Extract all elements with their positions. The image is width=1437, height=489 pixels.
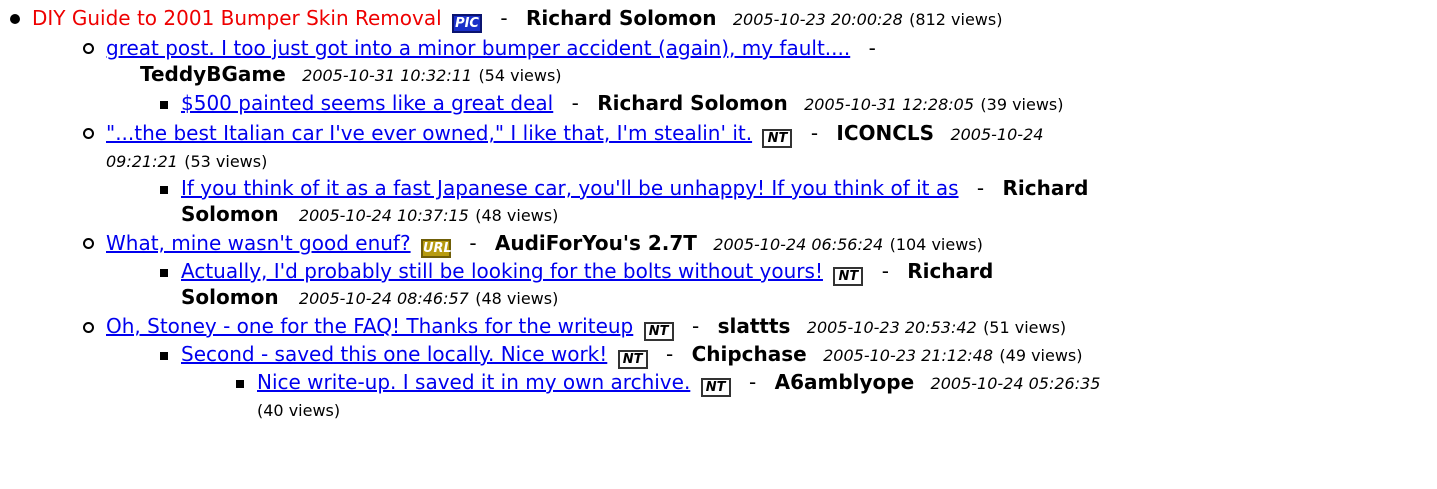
post-views: (48 views)	[475, 206, 559, 225]
nt-icon: NT	[762, 129, 793, 148]
reply-meta: Solomon 2005-10-24 10:37:15 (48 views)	[181, 202, 558, 228]
post-views: (49 views)	[999, 346, 1083, 365]
post-timestamp: 2005-10-23 20:53:42	[806, 318, 977, 337]
post-author-last: Solomon	[181, 285, 279, 309]
bullet-square-icon	[160, 186, 168, 194]
post-link[interactable]: If you think of it as a fast Japanese ca…	[181, 176, 959, 200]
reply-item: great post. I too just got into a minor …	[106, 36, 888, 60]
post-timestamp-time: 09:21:21	[106, 152, 178, 171]
nt-icon: NT	[700, 378, 731, 397]
post-author: Chipchase	[691, 342, 807, 366]
separator: -	[881, 259, 889, 283]
post-link[interactable]: $500 painted seems like a great deal	[181, 91, 553, 115]
post-link[interactable]: Second - saved this one locally. Nice wo…	[181, 342, 607, 366]
post-timestamp: 2005-10-24 08:46:57	[298, 289, 469, 308]
nt-icon: NT	[617, 350, 648, 369]
reply-item: Nice write-up. I saved it in my own arch…	[257, 370, 1100, 397]
post-timestamp: 2005-10-24 05:26:35	[930, 374, 1101, 393]
reply-meta: Solomon 2005-10-24 08:46:57 (48 views)	[181, 285, 558, 311]
bullet-square-icon	[160, 352, 168, 360]
post-title: DIY Guide to 2001 Bumper Skin Removal	[32, 6, 442, 30]
separator: -	[666, 342, 674, 366]
post-timestamp: 2005-10-24 10:37:15	[298, 206, 469, 225]
reply-meta: 09:21:21 (53 views)	[106, 148, 267, 174]
post-link[interactable]: "...the best Italian car I've ever owned…	[106, 121, 752, 145]
bullet-circle-icon	[83, 43, 94, 54]
bullet-circle-icon	[83, 128, 94, 139]
post-link[interactable]: What, mine wasn't good enuf?	[106, 231, 411, 255]
separator: -	[691, 314, 700, 338]
separator: -	[868, 36, 876, 60]
post-link[interactable]: Oh, Stoney - one for the FAQ! Thanks for…	[106, 314, 633, 338]
post-timestamp: 2005-10-23 21:12:48	[823, 346, 994, 365]
post-link[interactable]: Nice write-up. I saved it in my own arch…	[257, 370, 690, 394]
post-timestamp: 2005-10-31 12:28:05	[804, 95, 975, 114]
thread-root: DIY Guide to 2001 Bumper Skin Removal PI…	[32, 6, 1002, 33]
post-author-first: Richard	[1002, 176, 1089, 200]
post-views: (48 views)	[475, 289, 559, 308]
post-views: (104 views)	[889, 235, 983, 254]
separator: -	[469, 231, 477, 255]
url-icon: URL	[420, 239, 452, 258]
post-author: Richard Solomon	[525, 6, 717, 30]
post-author: TeddyBGame	[140, 62, 286, 86]
post-timestamp: 2005-10-23 20:00:28	[732, 10, 903, 29]
reply-meta: (40 views)	[257, 397, 340, 423]
nt-icon: NT	[643, 322, 674, 341]
bullet-square-icon	[160, 101, 168, 109]
nt-icon: NT	[833, 267, 864, 286]
post-link[interactable]: Actually, I'd probably still be looking …	[181, 259, 823, 283]
bullet-square-icon	[236, 380, 244, 388]
bullet-disc-icon	[10, 14, 20, 24]
post-views: (40 views)	[257, 401, 341, 420]
reply-item: $500 painted seems like a great deal - R…	[181, 91, 1064, 117]
bullet-square-icon	[160, 269, 168, 277]
post-views: (812 views)	[909, 10, 1003, 29]
post-timestamp: 2005-10-31 10:32:11	[302, 66, 473, 85]
post-timestamp-date: 2005-10-24	[950, 125, 1044, 144]
post-author: ICONCLS	[836, 121, 935, 145]
post-views: (53 views)	[184, 152, 268, 171]
bullet-circle-icon	[83, 238, 94, 249]
post-author-last: Solomon	[181, 202, 279, 226]
separator: -	[749, 370, 757, 394]
separator: -	[976, 176, 985, 200]
separator: -	[571, 91, 579, 115]
post-author: AudiForYou's 2.7T	[494, 231, 697, 255]
reply-item: What, mine wasn't good enuf? URL - AudiF…	[106, 231, 983, 258]
reply-item: If you think of it as a fast Japanese ca…	[181, 176, 1089, 200]
post-author: Richard Solomon	[597, 91, 788, 115]
post-link[interactable]: great post. I too just got into a minor …	[106, 36, 850, 60]
post-views: (51 views)	[983, 318, 1067, 337]
reply-item: "...the best Italian car I've ever owned…	[106, 121, 1043, 148]
reply-item: Second - saved this one locally. Nice wo…	[181, 342, 1083, 369]
reply-meta: TeddyBGame 2005-10-31 10:32:11 (54 views…	[140, 62, 562, 88]
reply-item: Oh, Stoney - one for the FAQ! Thanks for…	[106, 314, 1066, 341]
separator: -	[500, 6, 508, 30]
post-author: slattts	[717, 314, 791, 338]
post-views: (39 views)	[980, 95, 1064, 114]
post-views: (54 views)	[478, 66, 562, 85]
post-author: A6amblyope	[774, 370, 915, 394]
separator: -	[810, 121, 819, 145]
bullet-circle-icon	[83, 322, 94, 333]
post-author-first: Richard	[907, 259, 994, 283]
post-timestamp: 2005-10-24 06:56:24	[713, 235, 884, 254]
pic-icon: PIC	[452, 14, 483, 33]
reply-item: Actually, I'd probably still be looking …	[181, 259, 993, 286]
